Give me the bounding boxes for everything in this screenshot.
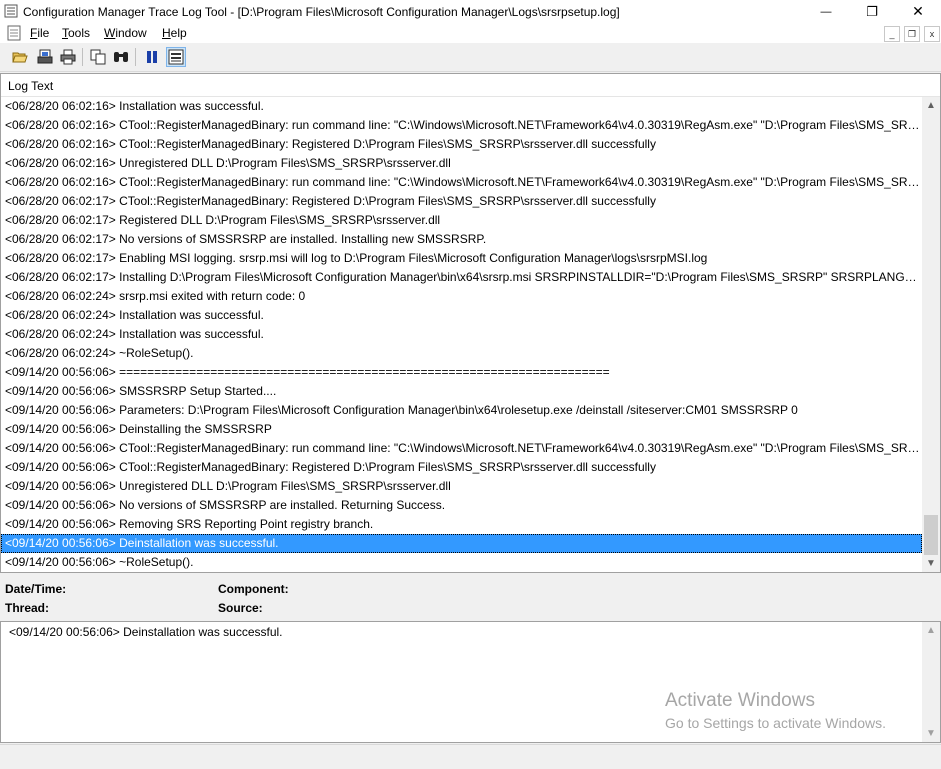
details-panel: Date/Time: Component: Thread: Source: [0, 574, 941, 620]
minimize-button[interactable]: — [803, 0, 849, 23]
column-header-log-text[interactable]: Log Text [1, 74, 940, 97]
log-line[interactable]: <09/14/20 00:56:06> CTool::RegisterManag… [1, 458, 922, 477]
datetime-label: Date/Time: [5, 582, 67, 596]
window-title: Configuration Manager Trace Log Tool - [… [23, 5, 620, 19]
log-line[interactable]: <09/14/20 00:56:06> CTool::RegisterManag… [1, 439, 922, 458]
mdi-close-button[interactable]: x [924, 26, 940, 42]
print-button[interactable] [58, 47, 78, 67]
log-line[interactable]: <09/14/20 00:56:06> No versions of SMSSR… [1, 496, 922, 515]
mdi-minimize-button[interactable]: _ [884, 26, 900, 42]
minimize-icon: — [820, 5, 832, 18]
activation-watermark-title: Activate Windows [665, 690, 815, 711]
find-button[interactable] [111, 47, 131, 67]
copy-icon [90, 49, 106, 65]
activation-watermark-subtitle: Go to Settings to activate Windows. [665, 715, 886, 731]
message-scrollbar[interactable]: ▲ ▼ [922, 622, 940, 742]
log-scrollbar[interactable]: ▲ ▼ [922, 97, 940, 572]
thread-label: Thread: [5, 601, 50, 615]
log-line[interactable]: <09/14/20 00:56:06> Unregistered DLL D:\… [1, 477, 922, 496]
maximize-button[interactable]: ❐ [849, 0, 895, 23]
log-line[interactable]: <06/28/20 06:02:17> No versions of SMSSR… [1, 230, 922, 249]
scroll-up-icon[interactable]: ▲ [922, 622, 940, 639]
message-text: <09/14/20 00:56:06> Deinstallation was s… [9, 625, 283, 639]
log-line[interactable]: <06/28/20 06:02:17> Registered DLL D:\Pr… [1, 211, 922, 230]
title-bar: Configuration Manager Trace Log Tool - [… [0, 0, 941, 23]
print-setup-button[interactable] [35, 47, 55, 67]
close-icon: ✕ [912, 3, 924, 19]
log-line[interactable]: <06/28/20 06:02:24> Installation was suc… [1, 325, 922, 344]
menu-window[interactable]: Window [104, 26, 147, 40]
log-line[interactable]: <09/14/20 00:56:06> Parameters: D:\Progr… [1, 401, 922, 420]
print-setup-icon [37, 49, 53, 64]
copy-button[interactable] [88, 47, 108, 67]
close-button[interactable]: ✕ [895, 0, 941, 23]
column-header-label: Log Text [8, 79, 54, 93]
menu-bar: File Tools Window Help _ ❐ x [0, 23, 941, 43]
highlight-icon [168, 49, 184, 65]
log-line[interactable]: <06/28/20 06:02:17> CTool::RegisterManag… [1, 192, 922, 211]
document-icon [7, 25, 21, 41]
log-line[interactable]: <09/14/20 00:56:06> ~RoleSetup(). [1, 553, 922, 572]
log-line[interactable]: <06/28/20 06:02:24> ~RoleSetup(). [1, 344, 922, 363]
status-bar [0, 744, 941, 769]
log-line[interactable]: <09/14/20 00:56:06> SMSSRSRP Setup Start… [1, 382, 922, 401]
log-lines-container: <06/28/20 06:02:16> Installation was suc… [1, 97, 922, 572]
pause-button[interactable] [142, 47, 162, 67]
log-line-selected[interactable]: <09/14/20 00:56:06> Deinstallation was s… [1, 534, 922, 553]
log-line[interactable]: <06/28/20 06:02:16> Unregistered DLL D:\… [1, 154, 922, 173]
log-line[interactable]: <06/28/20 06:02:16> Installation was suc… [1, 97, 922, 116]
source-label: Source: [218, 601, 263, 615]
component-label: Component: [218, 582, 289, 596]
log-list[interactable]: Log Text <06/28/20 06:02:16> Installatio… [0, 73, 941, 573]
log-line[interactable]: <06/28/20 06:02:24> srsrp.msi exited wit… [1, 287, 922, 306]
log-line[interactable]: <06/28/20 06:02:17> Installing D:\Progra… [1, 268, 922, 287]
log-line[interactable]: <09/14/20 00:56:06> Deinstalling the SMS… [1, 420, 922, 439]
pause-icon [147, 51, 157, 63]
scroll-up-icon[interactable]: ▲ [922, 97, 940, 114]
menu-tools[interactable]: Tools [62, 26, 90, 40]
menu-file[interactable]: File [30, 26, 49, 40]
scroll-down-icon[interactable]: ▼ [922, 555, 940, 572]
find-icon [114, 52, 128, 62]
log-line[interactable]: <09/14/20 00:56:06> ====================… [1, 363, 922, 382]
toolbar-separator [82, 48, 83, 66]
maximize-icon: ❐ [866, 3, 878, 19]
menu-help[interactable]: Help [162, 26, 187, 40]
open-button[interactable] [10, 47, 30, 67]
log-line[interactable]: <06/28/20 06:02:16> CTool::RegisterManag… [1, 116, 922, 135]
toolbar [0, 44, 941, 72]
mdi-restore-button[interactable]: ❐ [904, 26, 920, 42]
open-icon [12, 52, 28, 63]
log-line[interactable]: <06/28/20 06:02:17> Enabling MSI logging… [1, 249, 922, 268]
scroll-thumb[interactable] [924, 515, 938, 555]
app-icon [4, 4, 18, 18]
log-line[interactable]: <06/28/20 06:02:16> CTool::RegisterManag… [1, 173, 922, 192]
toolbar-separator [135, 48, 136, 66]
log-line[interactable]: <09/14/20 00:56:06> Removing SRS Reporti… [1, 515, 922, 534]
log-line[interactable]: <06/28/20 06:02:24> Installation was suc… [1, 306, 922, 325]
log-line[interactable]: <06/28/20 06:02:16> CTool::RegisterManag… [1, 135, 922, 154]
print-icon [60, 49, 76, 65]
scroll-down-icon[interactable]: ▼ [922, 725, 940, 742]
highlight-button[interactable] [166, 47, 186, 67]
